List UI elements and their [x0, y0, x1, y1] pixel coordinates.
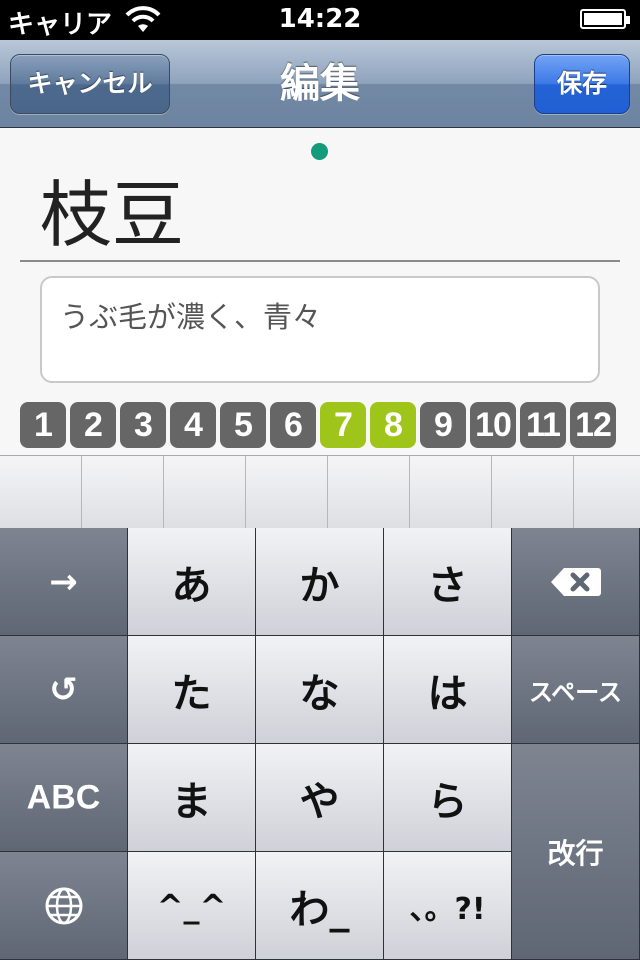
- key-sa[interactable]: さ: [384, 528, 512, 636]
- key-ha[interactable]: は: [384, 636, 512, 744]
- candidate-slot[interactable]: [82, 456, 164, 529]
- number-chip-9[interactable]: 9: [420, 402, 466, 448]
- next-key[interactable]: →: [0, 528, 128, 636]
- candidate-slot[interactable]: [164, 456, 246, 529]
- backspace-icon: [551, 568, 601, 596]
- globe-key[interactable]: [0, 852, 128, 960]
- key-ta[interactable]: た: [128, 636, 256, 744]
- candidate-slot[interactable]: [246, 456, 328, 529]
- candidate-slot[interactable]: [0, 456, 82, 529]
- key-emoticon[interactable]: ^_^: [128, 852, 256, 960]
- save-button[interactable]: 保存: [534, 54, 630, 114]
- battery-icon: [580, 9, 630, 29]
- navigation-bar: 編集 キャンセル 保存: [0, 40, 640, 128]
- note-textarea[interactable]: うぶ毛が濃く、青々: [40, 276, 600, 383]
- candidate-slot[interactable]: [328, 456, 410, 529]
- return-key[interactable]: 改行: [512, 744, 640, 960]
- globe-icon: [45, 887, 83, 925]
- number-chip-3[interactable]: 3: [120, 402, 166, 448]
- key-na[interactable]: な: [256, 636, 384, 744]
- status-time: 14:22: [278, 4, 362, 34]
- candidate-slot[interactable]: [410, 456, 492, 529]
- key-ra[interactable]: ら: [384, 744, 512, 852]
- status-bar: キャリア 14:22: [0, 0, 640, 40]
- number-chip-5[interactable]: 5: [220, 402, 266, 448]
- divider: [20, 260, 620, 262]
- abc-key[interactable]: ABC: [0, 744, 128, 852]
- number-chip-11[interactable]: 11: [520, 402, 566, 448]
- number-chip-6[interactable]: 6: [270, 402, 316, 448]
- key-ya[interactable]: や: [256, 744, 384, 852]
- cancel-button[interactable]: キャンセル: [10, 54, 170, 114]
- candidate-bar: [0, 455, 640, 529]
- kana-keyboard: → あ か さ ↺ た な は スペース ABC ま や ら 改行 ^_^ わ_…: [0, 528, 640, 960]
- status-dot-indicator: [311, 143, 328, 160]
- key-ma[interactable]: ま: [128, 744, 256, 852]
- candidate-slot[interactable]: [492, 456, 574, 529]
- number-chip-7[interactable]: 7: [320, 402, 366, 448]
- number-chip-2[interactable]: 2: [70, 402, 116, 448]
- space-key[interactable]: スペース: [512, 636, 640, 744]
- number-chip-10[interactable]: 10: [470, 402, 516, 448]
- backspace-key[interactable]: [512, 528, 640, 636]
- key-wa[interactable]: わ_: [256, 852, 384, 960]
- key-a[interactable]: あ: [128, 528, 256, 636]
- number-chip-4[interactable]: 4: [170, 402, 216, 448]
- number-chip-12[interactable]: 12: [570, 402, 616, 448]
- undo-key[interactable]: ↺: [0, 636, 128, 744]
- number-chip-1[interactable]: 1: [20, 402, 66, 448]
- number-chip-8[interactable]: 8: [370, 402, 416, 448]
- word-field[interactable]: 枝豆: [40, 170, 184, 260]
- key-punctuation[interactable]: 、。?!: [384, 852, 512, 960]
- key-ka[interactable]: か: [256, 528, 384, 636]
- number-selector: 1 2 3 4 5 6 7 8 9 10 11 12: [20, 402, 620, 448]
- candidate-slot[interactable]: [574, 456, 640, 529]
